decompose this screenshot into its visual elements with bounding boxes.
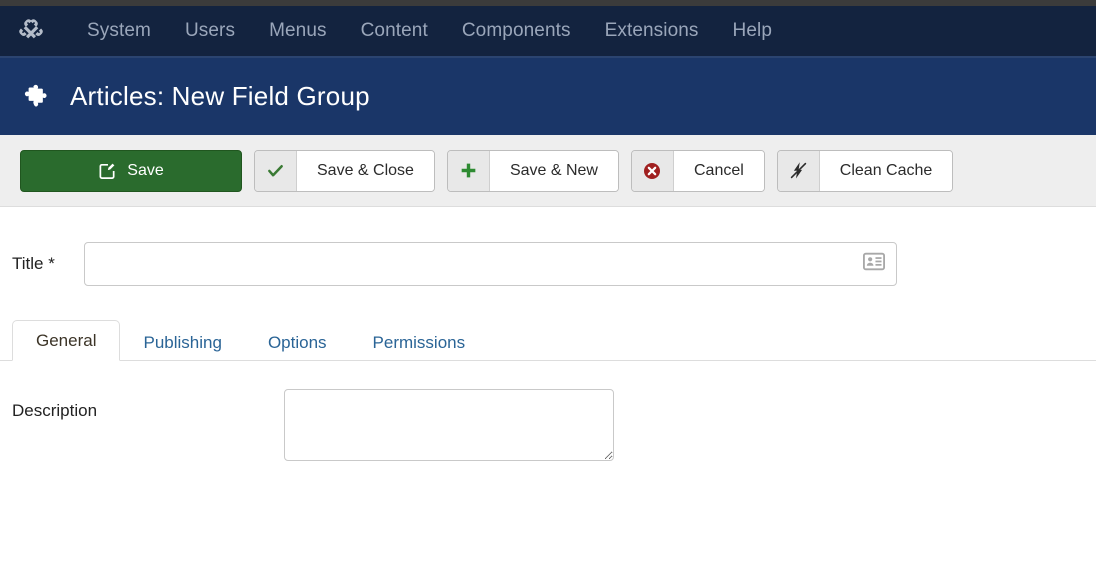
clean-cache-button[interactable]: Clean Cache — [776, 149, 954, 192]
lightning-slash-icon — [777, 150, 820, 191]
cancel-button[interactable]: Cancel — [630, 149, 765, 192]
save-and-new-label: Save & New — [489, 150, 618, 191]
puzzle-piece-icon — [18, 79, 54, 115]
tab-publishing[interactable]: Publishing — [120, 324, 244, 361]
tab-options[interactable]: Options — [245, 324, 350, 361]
description-field-label: Description — [12, 401, 98, 420]
nav-item-help[interactable]: Help — [716, 6, 789, 56]
nav-item-users[interactable]: Users — [168, 6, 252, 56]
page-header: Articles: New Field Group — [0, 58, 1096, 135]
nav-item-system[interactable]: System — [70, 6, 168, 56]
content-area: Title * General Publishing Options Permi… — [0, 207, 1096, 561]
toolbar: Save Save & Close Save & New Cancel Clea… — [0, 135, 1096, 207]
save-button-label: Save — [127, 161, 164, 179]
description-field-row: Description — [0, 361, 1096, 461]
tab-permissions[interactable]: Permissions — [350, 324, 489, 361]
save-and-close-button[interactable]: Save & Close — [254, 149, 435, 192]
description-textarea[interactable] — [284, 389, 614, 461]
edit-square-icon — [98, 161, 117, 180]
tab-bar: General Publishing Options Permissions — [0, 316, 1096, 361]
save-and-close-label: Save & Close — [297, 150, 434, 191]
joomla-logo-icon[interactable] — [14, 14, 48, 48]
title-field-label: Title * — [12, 254, 55, 273]
check-icon — [255, 150, 297, 191]
main-navigation-bar: System Users Menus Content Components Ex… — [0, 6, 1096, 58]
nav-item-content[interactable]: Content — [344, 6, 445, 56]
save-button[interactable]: Save — [20, 149, 242, 192]
title-field-row: Title * — [0, 207, 1096, 286]
clean-cache-label: Clean Cache — [819, 150, 953, 191]
nav-item-extensions[interactable]: Extensions — [588, 6, 716, 56]
tab-general[interactable]: General — [12, 320, 121, 361]
title-input-wrapper — [84, 242, 897, 286]
nav-item-menus[interactable]: Menus — [252, 6, 344, 56]
cancel-circle-icon — [631, 150, 674, 191]
title-input[interactable] — [84, 242, 897, 286]
page-title: Articles: New Field Group — [70, 81, 370, 111]
save-and-new-button[interactable]: Save & New — [446, 149, 619, 192]
cancel-label: Cancel — [673, 150, 764, 191]
nav-item-components[interactable]: Components — [445, 6, 588, 56]
plus-icon — [447, 150, 490, 191]
